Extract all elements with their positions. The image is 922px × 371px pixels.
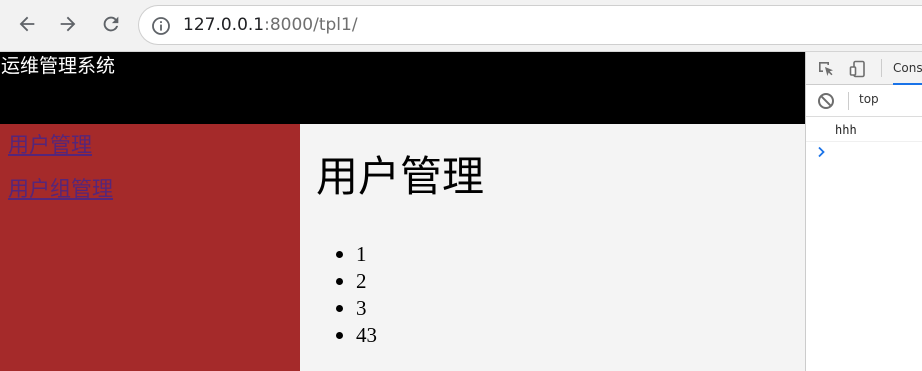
toolbar-divider — [848, 92, 849, 110]
content-area: 用户管理 1 2 3 43 — [300, 124, 805, 371]
address-bar[interactable]: 127.0.0.1:8000/tpl1/ — [138, 5, 922, 45]
list-item: 2 — [336, 268, 377, 295]
forward-button[interactable] — [53, 9, 83, 39]
list-item: 43 — [336, 323, 377, 347]
list-item: 1 — [336, 241, 377, 268]
reload-icon — [103, 16, 119, 32]
reload-button[interactable] — [96, 9, 126, 39]
arrow-right-icon — [60, 16, 76, 32]
tab-console[interactable]: Console — [893, 52, 922, 85]
site-title: 运维管理系统 — [1, 55, 116, 77]
list-item: 3 — [336, 295, 377, 322]
back-button[interactable] — [12, 9, 42, 39]
devtools-panel: Console top hhh — [805, 52, 922, 371]
url-host: 127.0.0.1 — [183, 15, 265, 35]
url-text[interactable]: 127.0.0.1:8000/tpl1/ — [183, 15, 358, 35]
devtools-tabbar: Console — [806, 52, 922, 85]
arrow-left-icon — [19, 16, 35, 32]
inspect-element-icon[interactable] — [816, 59, 836, 79]
info-icon[interactable] — [151, 16, 171, 36]
console-message-text: hhh — [835, 123, 857, 137]
page-viewport: 运维管理系统 用户管理 用户组管理 用户管理 1 2 3 43 — [0, 52, 805, 371]
device-toolbar-icon[interactable] — [848, 59, 868, 79]
browser-toolbar: 127.0.0.1:8000/tpl1/ — [0, 0, 922, 52]
context-selector[interactable]: top — [859, 92, 879, 106]
user-list: 1 2 3 43 — [336, 241, 377, 349]
console-prompt-chevron-icon[interactable] — [816, 146, 828, 158]
toolbar-divider — [881, 59, 882, 77]
console-toolbar: top — [806, 85, 922, 117]
sidebar-link-user-group-management[interactable]: 用户组管理 — [8, 176, 113, 202]
url-path: :8000/tpl1/ — [264, 15, 358, 35]
console-message: hhh — [806, 118, 922, 142]
content-title: 用户管理 — [316, 152, 485, 201]
clear-console-icon[interactable] — [817, 92, 835, 110]
sidebar: 用户管理 用户组管理 — [0, 124, 300, 371]
page-header: 运维管理系统 — [0, 52, 805, 124]
sidebar-link-user-management[interactable]: 用户管理 — [8, 132, 92, 158]
